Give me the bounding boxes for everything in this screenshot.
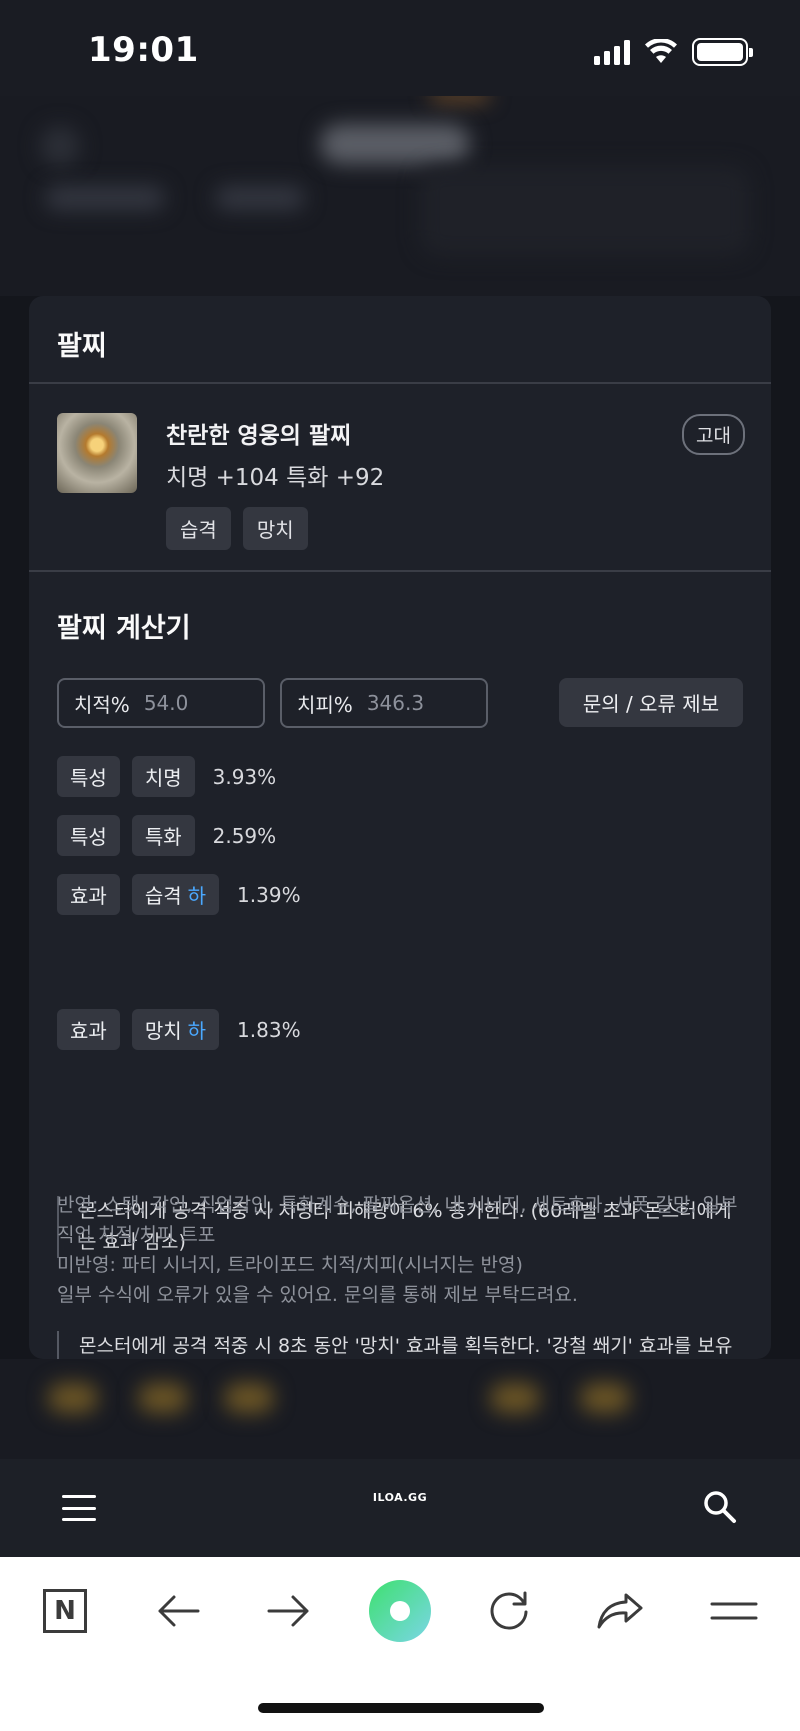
- row-name-chip: 습격 하: [131, 874, 220, 915]
- wifi-icon: [645, 39, 677, 63]
- card-title: 팔찌: [57, 331, 107, 362]
- row-type-chip: 특성: [57, 815, 120, 856]
- row-value: 1.39%: [237, 882, 301, 907]
- naver-letter: N: [43, 1589, 87, 1633]
- status-bar: 19:01: [0, 0, 800, 96]
- item-name: 찬란한 영웅의 팔찌: [166, 423, 352, 449]
- row-value: 1.83%: [237, 1017, 301, 1042]
- item-stats: 치명 +104 특화 +92: [166, 465, 385, 491]
- item-tags: 습격 망치: [166, 507, 308, 550]
- home-green-icon[interactable]: [369, 1580, 431, 1642]
- crit-damage-field[interactable]: 치피%: [280, 678, 488, 728]
- browser-toolbar: N: [0, 1557, 800, 1731]
- card-header: 팔찌: [29, 296, 771, 384]
- bracelet-image: [57, 413, 137, 493]
- home-indicator: [258, 1703, 544, 1713]
- calculator-title: 팔찌 계산기: [57, 613, 191, 644]
- crit-rate-field[interactable]: 치적%: [57, 678, 265, 728]
- row-name-chip: 망치 하: [131, 1009, 220, 1050]
- stat-row-crit: 특성 치명 3.93%: [57, 756, 276, 797]
- effect-description: 몬스터에게 공격 적중 시 치명타 피해량이 6% 증가한다. (60레벨 초과…: [57, 1196, 737, 1258]
- battery-icon: [692, 38, 753, 66]
- row-type-chip: 특성: [57, 756, 120, 797]
- row-value: 3.93%: [212, 764, 277, 789]
- effect-name: 망치: [144, 1019, 182, 1043]
- row-type-chip: 효과: [57, 874, 120, 915]
- effect-row-hammer: 효과 망치 하 1.83%: [57, 1009, 301, 1050]
- report-error-button[interactable]: 문의 / 오류 제보: [559, 678, 743, 727]
- share-icon[interactable]: [592, 1583, 648, 1639]
- effect-name: 습격: [144, 884, 182, 908]
- status-icons: [594, 38, 753, 66]
- crit-damage-label: 치피%: [297, 692, 353, 717]
- item-row: 찬란한 영웅의 팔찌 치명 +104 특화 +92 습격 망치 고대: [29, 384, 771, 572]
- crit-rate-label: 치적%: [74, 692, 130, 717]
- refresh-icon[interactable]: [481, 1583, 537, 1639]
- row-name-chip: 치명: [131, 756, 195, 797]
- cellular-signal-icon: [594, 39, 630, 65]
- search-icon[interactable]: [702, 1489, 738, 1525]
- item-tag: 망치: [242, 507, 308, 550]
- grade-badge: 고대: [682, 414, 745, 455]
- row-name-chip: 특화: [131, 815, 195, 856]
- naver-icon[interactable]: N: [37, 1583, 93, 1639]
- forward-arrow-icon[interactable]: [261, 1583, 317, 1639]
- item-tag: 습격: [166, 507, 231, 550]
- blurred-footer-area: [0, 1359, 800, 1459]
- menu-icon[interactable]: [706, 1583, 762, 1639]
- row-value: 2.59%: [212, 823, 277, 848]
- bracelet-card: 팔찌 찬란한 영웅의 팔찌 치명 +104 특화 +92 습격 망치 고대 팔찌…: [29, 296, 771, 1424]
- status-time: 19:01: [88, 30, 199, 70]
- row-type-chip: 효과: [57, 1009, 120, 1050]
- blurred-header-area: [0, 96, 800, 296]
- effect-level: 하: [187, 1019, 207, 1043]
- back-arrow-icon[interactable]: [150, 1583, 206, 1639]
- crit-damage-input[interactable]: [366, 691, 457, 715]
- crit-rate-input[interactable]: [143, 691, 234, 715]
- site-bottom-bar: ILOA.GG: [0, 1459, 800, 1557]
- site-logo[interactable]: ILOA.GG: [0, 1491, 800, 1504]
- effect-row-ambush: 효과 습격 하 1.39%: [57, 874, 301, 915]
- stat-row-specialization: 특성 특화 2.59%: [57, 815, 276, 856]
- effect-level: 하: [187, 884, 207, 908]
